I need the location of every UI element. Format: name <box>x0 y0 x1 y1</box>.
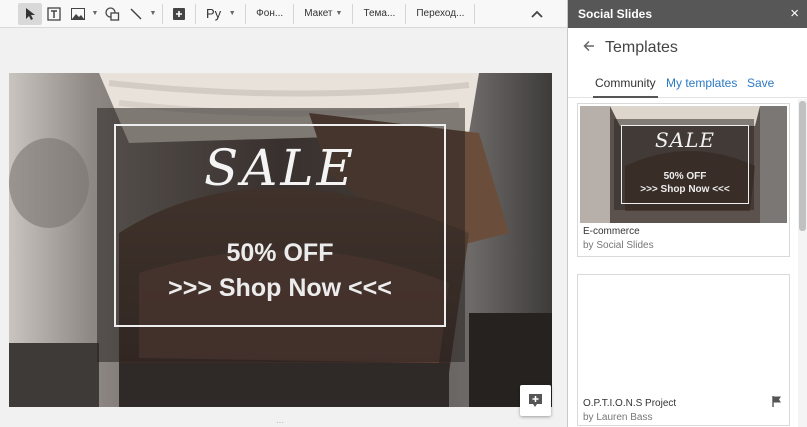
template-name: O.P.T.I.O.N.S Project <box>583 398 677 409</box>
comment-add-icon <box>529 394 542 407</box>
background-button-label: Фон... <box>256 8 284 19</box>
slide[interactable]: SALE 50% OFF >>> Shop Now <<< <box>9 73 552 407</box>
transition-button[interactable]: Переход... <box>410 3 470 25</box>
back-arrow-icon[interactable] <box>583 39 595 56</box>
slide-discount[interactable]: 50% OFF <box>114 239 446 268</box>
toolbar-divider <box>352 3 354 24</box>
layout-menu[interactable]: Макет ▼ <box>298 3 348 25</box>
editor-toolbar: ▼ ▼ Ру ▼ Фон... Макет ▼ Тема... Переход.… <box>0 0 567 28</box>
scrollbar-thumb[interactable] <box>799 101 806 231</box>
shape-icon[interactable] <box>100 3 124 25</box>
panel-header: Social Slides <box>568 0 807 28</box>
panel-app-name: Social Slides <box>578 7 653 21</box>
background-button[interactable]: Фон... <box>250 3 289 25</box>
social-slides-panel: Social Slides × Templates Community My t… <box>567 0 807 427</box>
language-menu-label: Ру <box>206 6 222 21</box>
theme-button[interactable]: Тема... <box>357 3 401 25</box>
toolbar-divider <box>474 3 476 24</box>
template-card[interactable]: SALE 50% OFF >>> Shop Now <<< E-commerce… <box>577 103 790 257</box>
line-icon[interactable] <box>124 3 148 25</box>
language-menu[interactable]: Ру <box>200 3 227 25</box>
slide-title[interactable]: SALE <box>114 139 446 197</box>
panel-subheader: Templates <box>568 28 807 69</box>
slide-canvas[interactable]: SALE 50% OFF >>> Shop Now <<< ··· <box>0 29 567 427</box>
close-icon[interactable]: × <box>790 6 799 21</box>
line-options-chevron-icon[interactable]: ▼ <box>148 3 158 25</box>
resize-grip-icon[interactable]: ··· <box>276 419 286 427</box>
template-thumbnail[interactable]: SALE 50% OFF >>> Shop Now <<< <box>580 106 787 223</box>
thumbnail-discount: 50% OFF <box>663 171 707 182</box>
template-author: by Lauren Bass <box>583 412 653 423</box>
toolbar-divider <box>162 3 163 24</box>
theme-button-label: Тема... <box>363 8 396 19</box>
thumbnail-title: SALE <box>654 128 716 152</box>
text-box-icon[interactable] <box>42 3 66 25</box>
select-cursor-icon[interactable] <box>18 2 42 25</box>
add-comment-button[interactable] <box>520 385 551 416</box>
thumbnail-cta: >>> Shop Now <<< <box>640 184 730 195</box>
template-list: SALE 50% OFF >>> Shop Now <<< E-commerce… <box>568 99 798 427</box>
toolbar-divider <box>293 3 295 24</box>
template-tabs: Community My templates Save <box>568 70 807 98</box>
toolbar-divider <box>405 3 407 24</box>
template-thumbnail[interactable] <box>580 277 787 394</box>
panel-title: Templates <box>605 39 678 56</box>
layout-menu-label: Макет <box>304 8 333 19</box>
slide-cta[interactable]: >>> Shop Now <<< <box>114 274 446 303</box>
image-options-chevron-icon[interactable]: ▼ <box>90 3 100 25</box>
tab-save[interactable]: Save <box>747 76 774 90</box>
panel-scrollbar[interactable] <box>798 99 807 427</box>
template-name: E-commerce <box>583 226 640 237</box>
flag-icon[interactable] <box>771 395 783 407</box>
template-card[interactable]: O.P.T.I.O.N.S Project by Lauren Bass <box>577 274 790 426</box>
tab-community[interactable]: Community <box>593 76 658 98</box>
toolbar-divider <box>195 3 196 24</box>
template-author: by Social Slides <box>583 240 654 251</box>
image-icon[interactable] <box>66 3 90 25</box>
toolbar-divider <box>245 3 247 24</box>
tab-my-templates[interactable]: My templates <box>666 76 737 90</box>
collapse-toolbar-icon[interactable] <box>525 3 549 25</box>
layout-chevron-icon: ▼ <box>335 10 343 17</box>
transition-button-label: Переход... <box>416 8 465 19</box>
language-chevron-icon[interactable]: ▼ <box>227 3 237 25</box>
comment-add-icon[interactable] <box>167 3 191 25</box>
